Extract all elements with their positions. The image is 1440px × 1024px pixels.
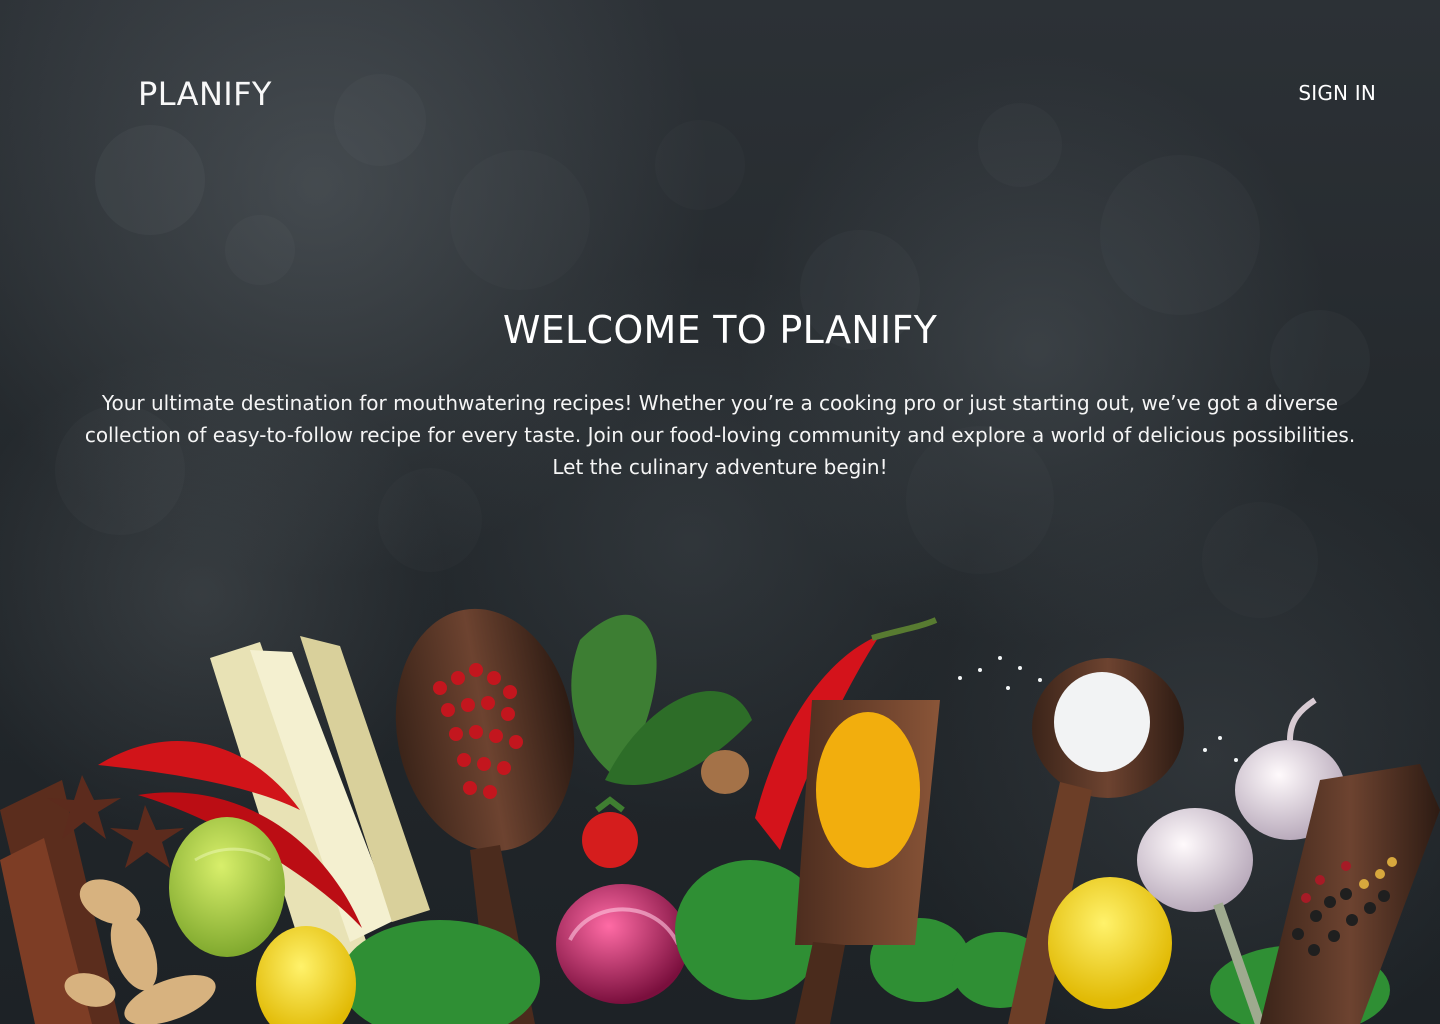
nutmeg <box>701 750 749 794</box>
hero-section: WELCOME TO PLANIFY Your ultimate destina… <box>0 305 1440 483</box>
hero-description-line-3: Let the culinary adventure begin! <box>552 455 888 479</box>
top-bar: PLANIFY SIGN IN <box>0 0 1440 150</box>
hero-title: WELCOME TO PLANIFY <box>502 308 938 352</box>
brand-logo[interactable]: PLANIFY <box>138 74 272 114</box>
hero-description-line-2: collection of easy-to-follow recipe for … <box>84 423 1356 447</box>
lemon-right <box>1048 877 1172 1009</box>
lime <box>169 817 285 957</box>
landing-page: PLANIFY SIGN IN WELCOME TO PLANIFY Your … <box>0 0 1440 1024</box>
sign-in-link[interactable]: SIGN IN <box>1298 80 1376 106</box>
small-tomato <box>582 796 638 868</box>
hero-description-line-1: Your ultimate destination for mouthwater… <box>101 391 1339 415</box>
spices-vegetables-illustration <box>0 608 1440 1024</box>
red-onion <box>556 884 688 1004</box>
hero-description: Your ultimate destination for mouthwater… <box>33 387 1408 483</box>
